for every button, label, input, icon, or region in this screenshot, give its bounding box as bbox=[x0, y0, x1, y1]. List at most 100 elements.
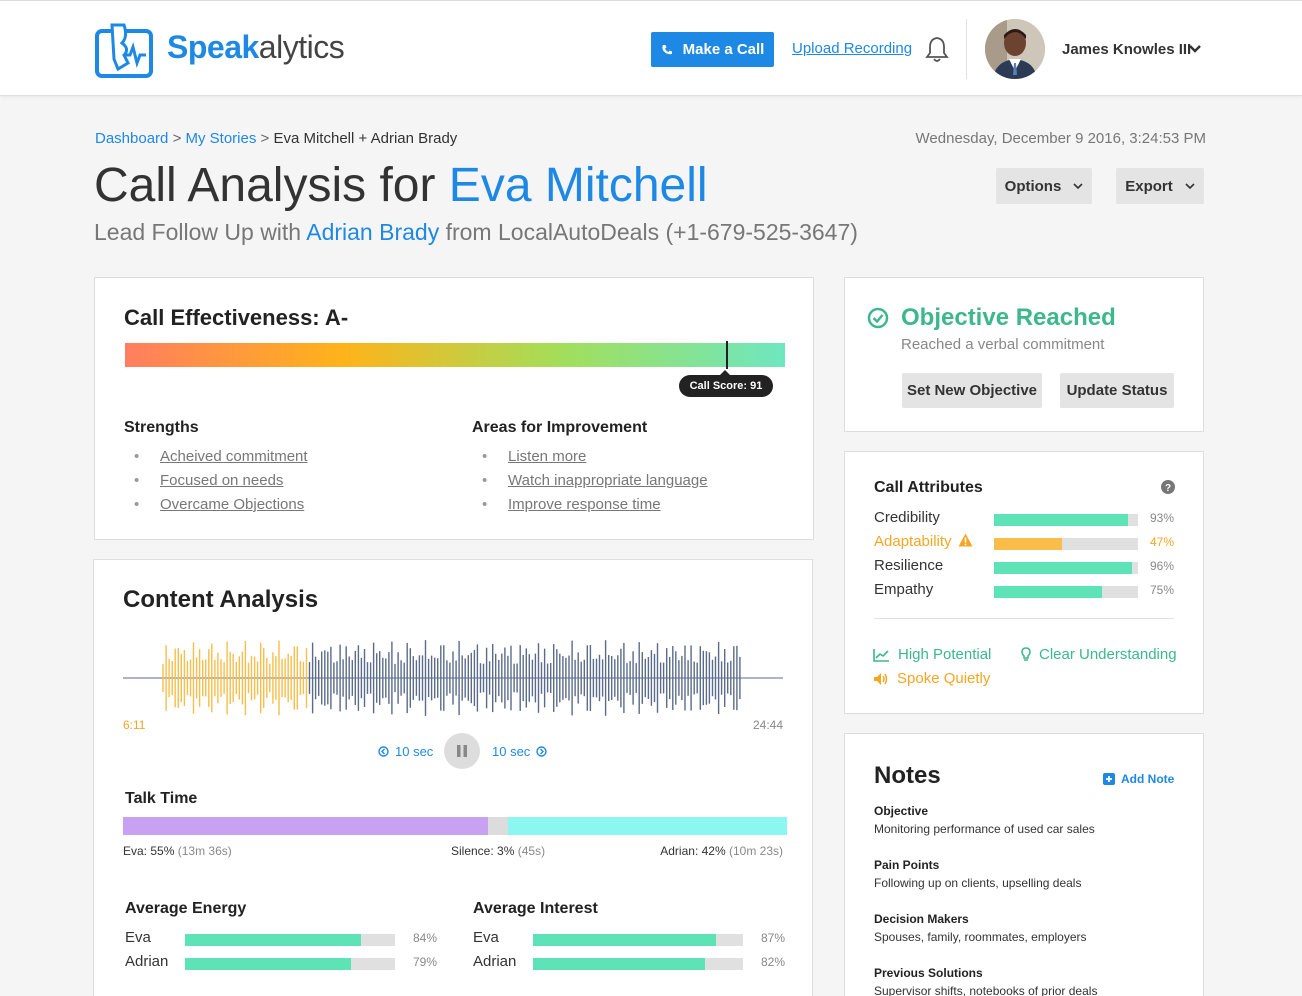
pause-button[interactable] bbox=[444, 733, 480, 769]
options-label: Options bbox=[1004, 177, 1062, 195]
breadcrumb-separator: > bbox=[172, 130, 182, 147]
energy-bar-fill bbox=[185, 958, 351, 970]
interest-percent: 82% bbox=[761, 955, 786, 969]
check-circle-icon bbox=[867, 307, 889, 329]
note-heading: Pain Points bbox=[874, 858, 940, 872]
energy-bar bbox=[185, 934, 395, 946]
talk-time-silence: Silence: 3% (45s) bbox=[451, 844, 546, 858]
talk-time-adrian: Adrian: 42% (10m 23s) bbox=[660, 844, 783, 858]
audio-waveform[interactable] bbox=[123, 638, 783, 718]
call-score-gradient-bar bbox=[125, 343, 785, 367]
attribute-bar-fill bbox=[994, 562, 1133, 574]
volume-icon bbox=[874, 672, 888, 685]
page-subtitle: Lead Follow Up with Adrian Brady from Lo… bbox=[94, 219, 858, 246]
note-heading: Previous Solutions bbox=[874, 966, 983, 980]
logo-icon[interactable] bbox=[94, 19, 154, 79]
logo-wordmark[interactable]: Speakalytics bbox=[167, 29, 345, 66]
note-text: Supervisor shifts, notebooks of prior de… bbox=[874, 984, 1098, 996]
breadcrumb-dashboard[interactable]: Dashboard bbox=[95, 130, 168, 147]
call-attributes-card: Call Attributes ? Credibility 93% Adaptabi… bbox=[844, 451, 1204, 714]
energy-name: Adrian bbox=[125, 953, 169, 970]
breadcrumb-my-stories[interactable]: My Stories bbox=[186, 130, 257, 147]
list-item[interactable]: Improve response time bbox=[472, 496, 708, 520]
breadcrumb-separator: > bbox=[260, 130, 270, 147]
note-text: Spouses, family, roommates, employers bbox=[874, 930, 1087, 944]
notes-title: Notes bbox=[874, 762, 941, 789]
improvement-heading: Areas for Improvement bbox=[472, 419, 648, 436]
talk-time-segment-adrian bbox=[508, 817, 787, 835]
trend-up-icon bbox=[873, 648, 889, 662]
phone-icon bbox=[661, 44, 672, 54]
energy-row-eva: Eva 84% bbox=[125, 929, 445, 949]
upload-recording-link[interactable]: Upload Recording bbox=[792, 40, 912, 57]
call-datetime: Wednesday, December 9 2016, 3:24:53 PM bbox=[915, 130, 1206, 147]
attribute-row-adaptability: Adaptability 47% bbox=[874, 533, 1184, 553]
attribute-name: Resilience bbox=[874, 557, 944, 574]
options-dropdown[interactable]: Options bbox=[996, 168, 1092, 204]
avatar[interactable] bbox=[985, 19, 1045, 79]
list-item[interactable]: Focused on needs bbox=[124, 472, 308, 496]
list-item[interactable]: Watch inappropriate language bbox=[472, 472, 708, 496]
list-item[interactable]: Acheived commitment bbox=[124, 448, 308, 472]
chevron-down-icon bbox=[1073, 182, 1083, 189]
make-call-button[interactable]: Make a Call bbox=[651, 32, 774, 67]
talk-time-heading: Talk Time bbox=[125, 790, 198, 807]
attribute-bar bbox=[994, 586, 1138, 598]
improvement-list: Listen more Watch inappropriate language… bbox=[472, 448, 708, 520]
content-analysis-card: Content Analysis 6:11 24:44 10 sec 10 se… bbox=[93, 559, 813, 996]
talk-time-eva: Eva: 55% (13m 36s) bbox=[123, 844, 232, 858]
header-divider bbox=[966, 19, 967, 79]
note-text: Monitoring performance of used car sales bbox=[874, 822, 1095, 836]
breadcrumb: Dashboard > My Stories > Eva Mitchell + … bbox=[95, 130, 457, 147]
skip-forward-button[interactable]: 10 sec bbox=[492, 744, 548, 759]
agent-name-link[interactable]: Adrian Brady bbox=[306, 219, 439, 245]
attribute-bar-fill bbox=[994, 538, 1062, 550]
attribute-bar-fill bbox=[994, 514, 1128, 526]
average-interest-heading: Average Interest bbox=[473, 900, 598, 917]
attribute-percent: 96% bbox=[1149, 559, 1174, 573]
objective-status-title: Objective Reached bbox=[901, 304, 1116, 331]
notification-bell-icon[interactable] bbox=[924, 35, 950, 63]
breadcrumb-current: Eva Mitchell + Adrian Brady bbox=[273, 130, 458, 147]
attribute-percent: 47% bbox=[1149, 535, 1174, 549]
top-navigation-bar: Speakalytics Make a Call Upload Recordin… bbox=[0, 0, 1302, 96]
attribute-name: Adaptability bbox=[874, 533, 973, 550]
interest-name: Eva bbox=[473, 929, 499, 946]
tag-high-potential: High Potential bbox=[873, 646, 991, 663]
notes-card: Notes Add Note Objective Monitoring perf… bbox=[844, 733, 1204, 996]
attribute-name: Empathy bbox=[874, 581, 934, 598]
user-name[interactable]: James Knowles III bbox=[1062, 41, 1191, 58]
interest-name: Adrian bbox=[473, 953, 517, 970]
page-title-prefix: Call Analysis for bbox=[94, 159, 449, 212]
chevron-down-icon[interactable] bbox=[1188, 44, 1202, 54]
list-item[interactable]: Listen more bbox=[472, 448, 708, 472]
export-dropdown[interactable]: Export bbox=[1116, 168, 1204, 204]
strengths-list: Acheived commitment Focused on needs Ove… bbox=[124, 448, 308, 520]
rewind-icon bbox=[378, 746, 389, 757]
contact-name-link[interactable]: Eva Mitchell bbox=[449, 159, 708, 212]
skip-back-button[interactable]: 10 sec bbox=[378, 744, 433, 759]
plus-square-icon bbox=[1103, 773, 1115, 785]
talk-time-segment-eva bbox=[123, 817, 489, 835]
add-note-button[interactable]: Add Note bbox=[1103, 772, 1174, 786]
objective-card: Objective Reached Reached a verbal commi… bbox=[844, 277, 1204, 432]
note-heading: Decision Makers bbox=[874, 912, 969, 926]
list-item[interactable]: Overcame Objections bbox=[124, 496, 308, 520]
attribute-row-empathy: Empathy 75% bbox=[874, 581, 1184, 601]
attribute-bar bbox=[994, 538, 1138, 550]
strengths-heading: Strengths bbox=[124, 419, 199, 436]
objective-status-subtitle: Reached a verbal commitment bbox=[901, 336, 1105, 353]
subtitle-suffix: from LocalAutoDeals (+1-679-525-3647) bbox=[439, 219, 858, 245]
update-status-button[interactable]: Update Status bbox=[1060, 373, 1174, 408]
make-call-label: Make a Call bbox=[682, 41, 765, 58]
interest-bar-fill bbox=[533, 934, 716, 946]
note-heading: Objective bbox=[874, 804, 929, 818]
attribute-name: Credibility bbox=[874, 509, 940, 526]
set-new-objective-button[interactable]: Set New Objective bbox=[902, 373, 1042, 408]
svg-text:?: ? bbox=[1165, 483, 1171, 494]
energy-bar bbox=[185, 958, 395, 970]
help-icon[interactable]: ? bbox=[1161, 480, 1175, 494]
avatar-image bbox=[985, 19, 1045, 79]
tag-clear-understanding: Clear Understanding bbox=[1021, 646, 1177, 663]
attribute-row-credibility: Credibility 93% bbox=[874, 509, 1184, 529]
